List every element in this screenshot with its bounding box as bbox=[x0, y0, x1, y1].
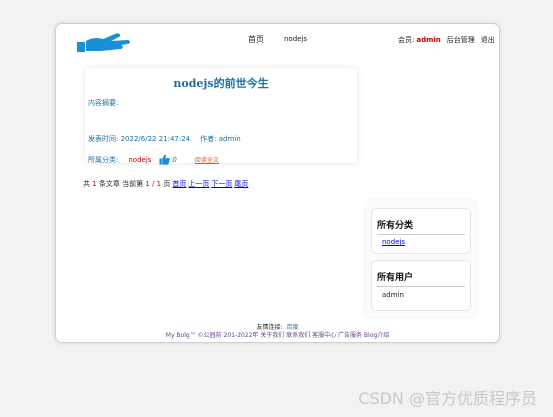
pager-last-link[interactable]: 尾页 bbox=[234, 180, 248, 188]
categories-box: 所有分类 nodejs bbox=[371, 208, 471, 254]
pager-total: 1 bbox=[92, 180, 97, 188]
pagination: 共 1 条文章 当前第 1 / 1 页首页 上一页 下一页 尾页 bbox=[83, 179, 248, 189]
pager-mid: 条文章 当前第 bbox=[98, 180, 144, 188]
pager-current: 1 / 1 bbox=[145, 180, 162, 188]
categories-title: 所有分类 bbox=[377, 221, 414, 231]
article-summary: 内容摘要: bbox=[88, 99, 119, 107]
pager-prev-link[interactable]: 上一页 bbox=[188, 180, 209, 188]
pager-first-link[interactable]: 首页 bbox=[172, 180, 186, 188]
hand-logo-icon[interactable] bbox=[75, 28, 135, 54]
sidebar-category-item[interactable]: nodejs bbox=[382, 238, 405, 246]
divider bbox=[377, 286, 465, 287]
footer-copyright: My Bolg™ ©公园前 201-2022年 关于我们 联系我们 客服中心 广… bbox=[165, 332, 390, 339]
watermark: CSDN @官方优质程序员 bbox=[358, 389, 537, 408]
member-label: 会员: bbox=[398, 36, 415, 44]
article-time: 发表时间: 2022/6/22 21:47:24 bbox=[88, 135, 191, 143]
member-name[interactable]: admin bbox=[416, 36, 440, 44]
divider bbox=[377, 234, 465, 235]
nav-nodejs-link[interactable]: nodejs bbox=[284, 35, 307, 43]
pager-prefix: 共 bbox=[83, 180, 90, 188]
category-tag[interactable]: nodejs bbox=[128, 156, 151, 164]
nav-home-link[interactable]: 首页 bbox=[248, 34, 264, 45]
article-meta: 发表时间: 2022/6/22 21:47:24 作者: admin bbox=[88, 134, 241, 144]
page-frame: 首页 nodejs 会员: admin 后台管理 退出 nodejs的前世今生 内容摘… bbox=[55, 23, 500, 343]
article-category-row: 所属分类: nodejs 0 阅读全文 bbox=[88, 154, 219, 165]
category-label: 所属分类: bbox=[88, 155, 119, 164]
article-title[interactable]: nodejs的前世今生 bbox=[85, 75, 357, 91]
users-box: 所有用户 admin bbox=[371, 260, 471, 311]
article-card: nodejs的前世今生 内容摘要: 发表时间: 2022/6/22 21:47:… bbox=[85, 68, 357, 165]
article-author: 作者: admin bbox=[200, 135, 241, 143]
pager-next-link[interactable]: 下一页 bbox=[211, 180, 232, 188]
like-count: 0 bbox=[172, 155, 177, 164]
sidebar-user-item: admin bbox=[382, 291, 404, 299]
sidebar: 所有分类 nodejs 所有用户 admin bbox=[366, 200, 476, 317]
read-all-link[interactable]: 阅读全文 bbox=[195, 155, 219, 164]
users-title: 所有用户 bbox=[377, 273, 414, 283]
member-bar: 会员: admin 后台管理 退出 bbox=[398, 35, 495, 45]
pager-page-word: 页 bbox=[163, 180, 171, 188]
thumbs-up-icon[interactable] bbox=[159, 154, 171, 165]
logout-link[interactable]: 退出 bbox=[481, 36, 495, 44]
admin-link[interactable]: 后台管理 bbox=[447, 36, 475, 44]
